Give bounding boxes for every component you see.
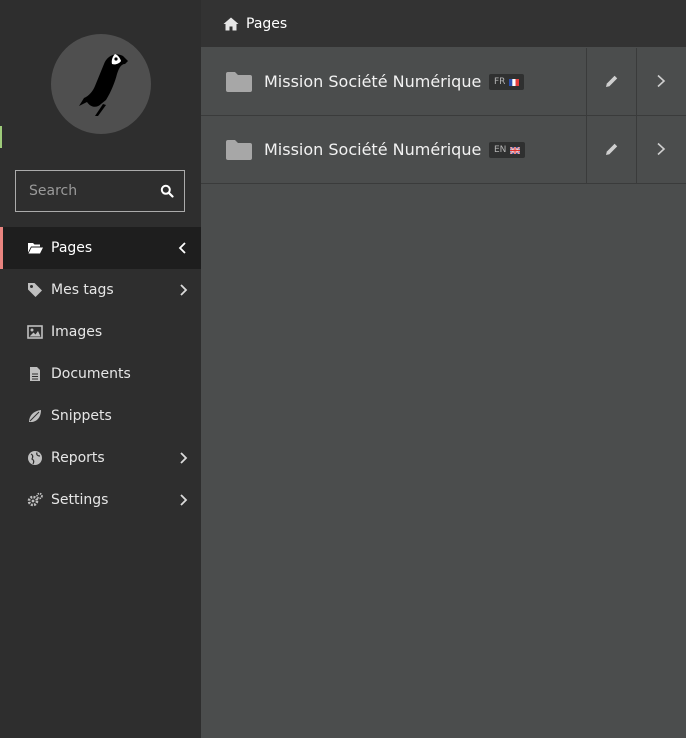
- chevron-right-icon: [657, 142, 666, 156]
- chevron-left-icon: [178, 242, 186, 254]
- search-input[interactable]: [16, 171, 159, 211]
- locale-code: FR: [494, 77, 506, 87]
- header-bar: Pages: [201, 0, 686, 47]
- page-title-link[interactable]: Mission Société Numérique: [264, 48, 481, 115]
- chevron-right-icon: [180, 494, 188, 506]
- explore-child-pages-button[interactable]: [636, 116, 686, 183]
- folder-icon: [226, 72, 252, 92]
- flag-uk-icon: [510, 146, 521, 154]
- menu-item-images[interactable]: Images: [0, 311, 201, 353]
- snippet-icon: [29, 410, 41, 422]
- menu-item-label: Pages: [51, 240, 93, 256]
- locale-badge: EN: [489, 142, 526, 158]
- menu-item-settings[interactable]: Settings: [0, 479, 201, 521]
- pencil-icon: [606, 75, 618, 87]
- locale-badge: FR: [489, 74, 525, 90]
- edit-button[interactable]: [586, 48, 637, 115]
- chevron-right-icon: [180, 284, 188, 296]
- breadcrumb[interactable]: Pages: [223, 0, 287, 47]
- page-row[interactable]: Mission Société Numérique FR: [201, 48, 686, 116]
- edit-button[interactable]: [586, 116, 637, 183]
- pencil-icon: [606, 143, 618, 155]
- tag-icon: [28, 283, 42, 297]
- folder-icon: [226, 140, 252, 160]
- chevron-right-icon: [657, 74, 666, 88]
- menu-item-label: Settings: [51, 492, 109, 508]
- menu-item-label: Documents: [51, 366, 131, 382]
- search-box: [15, 170, 185, 212]
- page-title-link[interactable]: Mission Société Numérique: [264, 116, 481, 183]
- globe-icon: [28, 451, 42, 465]
- menu-item-mes-tags[interactable]: Mes tags: [0, 269, 201, 311]
- image-icon: [27, 325, 43, 339]
- wagtail-logo[interactable]: [51, 34, 151, 134]
- sidebar-accent-mark: [0, 126, 2, 148]
- bird-icon: [79, 54, 128, 116]
- cogs-icon: [27, 492, 43, 507]
- menu-item-label: Mes tags: [51, 282, 114, 298]
- document-icon: [30, 367, 40, 381]
- menu-item-snippets[interactable]: Snippets: [0, 395, 201, 437]
- search-icon[interactable]: [160, 184, 174, 198]
- breadcrumb-label: Pages: [246, 15, 288, 32]
- folder-open-icon: [28, 243, 43, 254]
- menu-item-label: Reports: [51, 450, 105, 466]
- main-menu: Pages Mes tags Images Documents Snippets…: [0, 227, 201, 521]
- menu-item-label: Images: [51, 324, 103, 340]
- menu-item-reports[interactable]: Reports: [0, 437, 201, 479]
- explore-child-pages-button[interactable]: [636, 48, 686, 115]
- locale-code: EN: [494, 145, 507, 155]
- page-row[interactable]: Mission Société Numérique EN: [201, 116, 686, 184]
- sidebar: Pages Mes tags Images: [0, 0, 201, 738]
- menu-item-documents[interactable]: Documents: [0, 353, 201, 395]
- chevron-right-icon: [180, 452, 188, 464]
- flag-france-icon: [509, 78, 520, 86]
- menu-item-label: Snippets: [51, 408, 112, 424]
- menu-item-pages[interactable]: Pages: [0, 227, 201, 269]
- home-icon: [223, 17, 239, 30]
